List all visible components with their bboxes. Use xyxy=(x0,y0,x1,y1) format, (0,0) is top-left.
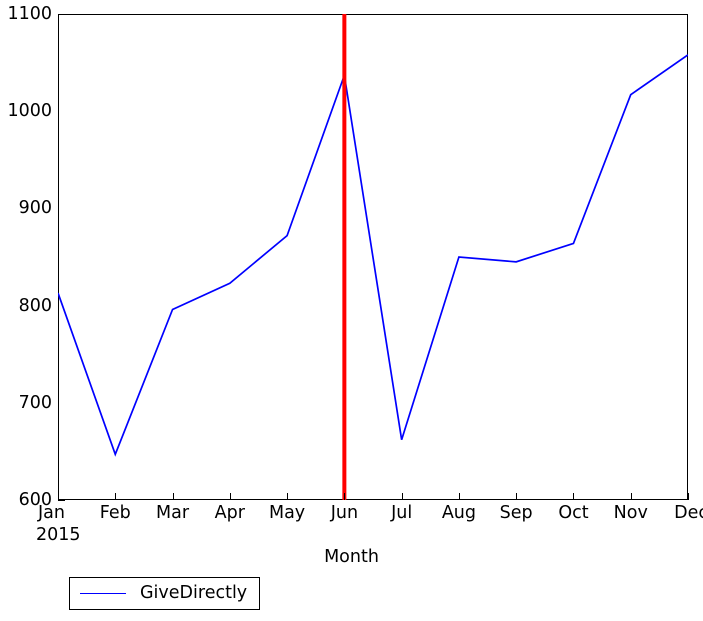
x-tick-label: Sep xyxy=(499,503,533,523)
legend: GiveDirectly xyxy=(69,577,261,610)
x-tick-mark xyxy=(344,493,346,500)
x-tick-label: Mar xyxy=(156,503,190,523)
x-tick-label: Feb xyxy=(99,503,131,523)
x-tick-mark xyxy=(115,493,117,500)
y-tick-mark xyxy=(58,500,65,501)
x-tick-label: Jan xyxy=(38,503,65,523)
x-tick-label: Aug xyxy=(441,503,476,523)
series-line-givedirectly xyxy=(58,54,688,457)
x-axis-title: Month xyxy=(324,547,379,567)
x-tick-mark xyxy=(630,493,632,500)
x-tick-mark xyxy=(172,493,174,500)
x-tick-mark xyxy=(516,493,518,500)
x-tick-mark xyxy=(58,493,59,500)
x-tick-label: Jul xyxy=(391,503,413,523)
x-tick-mark xyxy=(688,493,689,500)
x-tick-label: Nov xyxy=(613,503,648,523)
x-tick-label: Dec xyxy=(674,503,703,523)
x-tick-label: Oct xyxy=(558,503,589,523)
x-tick-mark xyxy=(287,493,289,500)
y-tick-label: 700 xyxy=(18,392,52,413)
x-tick-mark xyxy=(458,493,460,500)
y-tick-label: 1100 xyxy=(7,4,52,24)
x-tick-mark xyxy=(573,493,575,500)
x-tick-mark xyxy=(229,493,231,500)
chart-canvas xyxy=(58,14,688,500)
x-tick-label: Apr xyxy=(214,503,245,523)
y-tick-label: 1000 xyxy=(7,101,52,122)
legend-label: GiveDirectly xyxy=(140,583,248,603)
y-tick-label: 800 xyxy=(18,295,52,316)
figure: 600 700 800 900 1000 1100 Jan Feb Mar Apr Ma… xyxy=(0,0,703,621)
y-tick-label: 900 xyxy=(18,198,52,219)
x-tick-label: May xyxy=(268,503,306,523)
x-axis-sublabel: 2015 xyxy=(36,525,81,545)
legend-line-sample-icon xyxy=(80,593,126,594)
x-tick-mark xyxy=(401,493,403,500)
x-tick-label: Jun xyxy=(330,503,359,523)
